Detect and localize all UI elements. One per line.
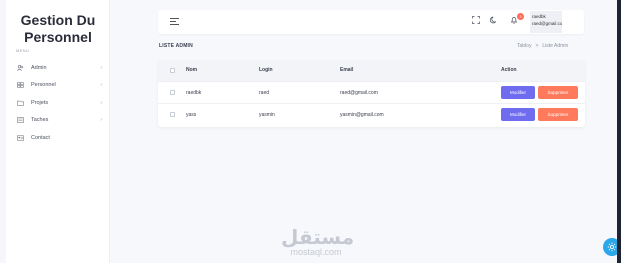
app-frame: Gestion Du Personnel MENU Admin › Person… xyxy=(6,0,621,263)
contact-card-icon xyxy=(17,135,27,141)
sidebar-item-contact[interactable]: Contact xyxy=(6,129,110,147)
moon-icon[interactable] xyxy=(489,16,498,26)
watermark-logo: مستقل xyxy=(281,225,355,249)
edit-button[interactable]: Modifier xyxy=(501,108,535,121)
chevron-right-icon: › xyxy=(100,99,102,106)
sidebar-item-label: Projets xyxy=(31,99,49,106)
cell-email: yasmin@gmail.com xyxy=(340,112,384,118)
cell-nom: raedbk xyxy=(186,90,202,96)
cell-login: raed xyxy=(259,90,270,96)
fullscreen-icon[interactable] xyxy=(472,16,480,26)
chevron-right-icon: › xyxy=(100,82,102,89)
folder-icon xyxy=(17,100,27,106)
brand-title[interactable]: Gestion Du Personnel xyxy=(6,12,110,46)
edit-button[interactable]: Modifier xyxy=(501,86,535,99)
table-header: Nom Login Email Action xyxy=(158,60,585,81)
cell-email: raed@gmail.com xyxy=(340,90,378,96)
cell-nom: yass xyxy=(186,112,197,118)
user-email: raed@gmail.com xyxy=(532,21,562,26)
sidebar-item-projets[interactable]: Projets › xyxy=(6,94,110,112)
sidebar-item-admin[interactable]: Admin › xyxy=(6,59,110,77)
admin-table-card: Nom Login Email Action raedbk raed raed@… xyxy=(158,60,585,127)
page-title: LISTE ADMIN xyxy=(159,43,193,49)
brand-line-2: Personnel xyxy=(24,29,92,45)
table-row: raedbk raed raed@gmail.com Modifier Supp… xyxy=(158,81,585,103)
row-checkbox[interactable] xyxy=(170,112,175,117)
column-header-login: Login xyxy=(259,67,273,73)
users-icon xyxy=(17,64,27,71)
breadcrumb: Tabloy > Liste Admin xyxy=(517,43,569,49)
sidebar-item-taches[interactable]: Taches › xyxy=(6,112,110,130)
notification-badge: 3 xyxy=(517,13,524,20)
chevron-right-icon: › xyxy=(100,117,102,124)
sidebar-item-label: Personnel xyxy=(31,82,56,89)
watermark-text: mostaql.com xyxy=(290,247,342,257)
sidebar-item-label: Admin xyxy=(31,64,47,71)
sidebar-section-label: MENU xyxy=(16,48,29,53)
cell-login: yasmin xyxy=(259,112,275,118)
delete-button[interactable]: Supprimer xyxy=(538,108,578,121)
breadcrumb-current: Liste Admin xyxy=(542,43,569,49)
column-header-email: Email xyxy=(340,67,354,73)
sidebar-item-label: Taches xyxy=(31,117,49,124)
watermark: مستقل mostaql.com xyxy=(281,225,355,257)
user-name: raedbk xyxy=(532,14,546,19)
column-header-nom: Nom xyxy=(186,67,198,73)
row-checkbox[interactable] xyxy=(170,90,175,95)
sidebar-item-personnel[interactable]: Personnel › xyxy=(6,77,110,95)
team-icon xyxy=(17,82,27,88)
table-row: yass yasmin yasmin@gmail.com Modifier Su… xyxy=(158,103,585,125)
breadcrumb-item[interactable]: Tabloy xyxy=(517,43,531,49)
sidebar: Gestion Du Personnel MENU Admin › Person… xyxy=(6,0,110,263)
chevron-right-icon: › xyxy=(100,64,102,71)
delete-button[interactable]: Supprimer xyxy=(538,86,578,99)
select-all-checkbox[interactable] xyxy=(170,68,175,73)
menu-toggle-icon[interactable] xyxy=(170,18,179,27)
tasks-icon xyxy=(17,117,27,123)
user-profile[interactable]: raedbk raed@gmail.com xyxy=(530,11,562,33)
window-edge xyxy=(617,0,621,263)
brand-line-1: Gestion Du xyxy=(20,12,96,28)
sidebar-item-label: Contact xyxy=(31,134,50,141)
column-header-action: Action xyxy=(501,67,517,73)
topbar: 3 raedbk raed@gmail.com xyxy=(158,10,584,34)
sidebar-menu: Admin › Personnel › Projets › Taches › C… xyxy=(6,59,110,147)
